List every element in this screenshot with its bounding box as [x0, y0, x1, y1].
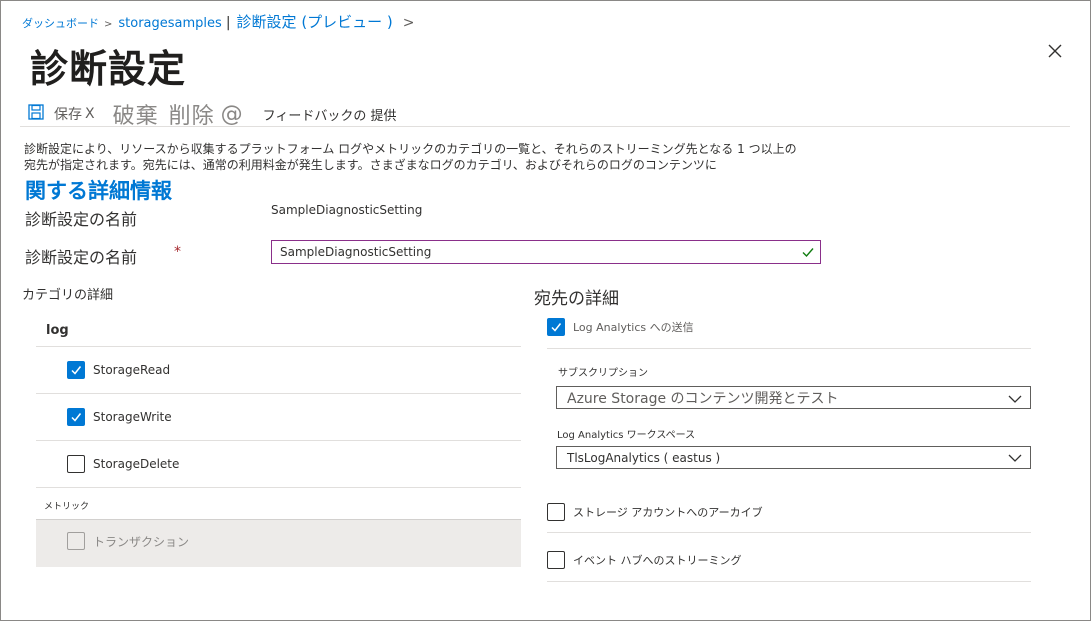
- subscription-dropdown[interactable]: Azure Storage のコンテンツ開発とテスト: [556, 386, 1031, 409]
- workspace-dropdown[interactable]: TlsLogAnalytics ( eastus ): [556, 446, 1031, 469]
- storage-delete-checkbox[interactable]: StorageDelete: [67, 455, 179, 473]
- setting-name-input[interactable]: [271, 240, 821, 264]
- checkbox-label: ストレージ アカウントへのアーカイブ: [573, 506, 763, 519]
- workspace-label: Log Analytics ワークスペース: [557, 430, 696, 441]
- breadcrumb-current[interactable]: 診断設定 (プレビュー ): [237, 11, 393, 32]
- checkbox-checked-icon: [547, 318, 565, 336]
- feedback-button[interactable]: フィードバックの 提供: [263, 105, 397, 124]
- archive-storage-checkbox[interactable]: ストレージ アカウントへのアーカイブ: [547, 503, 763, 521]
- required-marker: *: [174, 244, 181, 260]
- event-hub-checkbox[interactable]: イベント ハブへのストリーミング: [547, 551, 742, 569]
- toolbar-divider: [20, 126, 1070, 127]
- save-button[interactable]: 保存: [28, 104, 82, 124]
- storage-write-checkbox[interactable]: StorageWrite: [67, 408, 172, 426]
- subscription-label: サブスクリプション: [558, 368, 648, 379]
- breadcrumb-resource-link[interactable]: storagesamples: [118, 16, 221, 31]
- save-icon: [28, 104, 54, 124]
- checkbox-disabled-icon: [67, 532, 85, 550]
- chevron-down-icon: [1008, 452, 1022, 466]
- checkbox-label: トランザクション: [93, 534, 190, 549]
- storage-read-checkbox[interactable]: StorageRead: [67, 361, 170, 379]
- breadcrumb-divider: |: [225, 15, 231, 31]
- checkbox-label: Log Analytics への送信: [573, 321, 694, 334]
- checkbox-unchecked-icon: [547, 503, 565, 521]
- log-section-header: log: [46, 323, 69, 338]
- breadcrumb-home-link[interactable]: ダッシュボード: [22, 15, 99, 31]
- close-icon[interactable]: [1044, 40, 1066, 62]
- setting-name-label: 診断設定の名前: [25, 248, 138, 267]
- setting-name-label-readonly: 診断設定の名前: [25, 210, 138, 229]
- divider: [36, 393, 521, 394]
- checkbox-label: StorageWrite: [93, 410, 172, 424]
- checkbox-label: StorageRead: [93, 363, 171, 377]
- divider: [36, 487, 521, 488]
- at-symbol: @: [220, 101, 243, 127]
- learn-more-link[interactable]: 関する詳細情報: [25, 175, 172, 205]
- divider: [547, 581, 1031, 582]
- subscription-value: Azure Storage のコンテンツ開発とテスト: [567, 390, 839, 407]
- log-analytics-checkbox[interactable]: Log Analytics への送信: [547, 318, 694, 336]
- divider: [547, 532, 1031, 533]
- workspace-value: TlsLogAnalytics ( eastus ): [567, 450, 721, 465]
- chevron-down-icon: [1008, 392, 1022, 408]
- divider: [547, 348, 1031, 349]
- checkbox-unchecked-icon: [67, 455, 85, 473]
- category-details-title: カテゴリの詳細: [22, 288, 114, 303]
- breadcrumb-chevron: >: [402, 15, 415, 31]
- breadcrumb-separator: >: [104, 19, 113, 30]
- divider: [36, 440, 521, 441]
- setting-name-value-readonly: SampleDiagnosticSetting: [271, 203, 423, 217]
- destination-details-title: 宛先の詳細: [534, 289, 619, 309]
- valid-check-icon: [801, 244, 815, 263]
- transaction-checkbox: トランザクション: [67, 532, 189, 550]
- checkbox-label: イベント ハブへのストリーミング: [573, 554, 742, 567]
- metric-section-header: メトリック: [44, 502, 90, 512]
- checkbox-label: StorageDelete: [93, 457, 180, 471]
- page-title: 診断設定: [30, 47, 187, 91]
- checkbox-checked-icon: [67, 361, 85, 379]
- description-text: 診断設定により、リソースから収集するプラットフォーム ログやメトリックのカテゴリ…: [24, 142, 797, 172]
- checkbox-checked-icon: [67, 408, 85, 426]
- breadcrumb: ダッシュボード > storagesamples | 診断設定 (プレビュー )…: [22, 11, 415, 32]
- checkbox-unchecked-icon: [547, 551, 565, 569]
- save-x-mark: X: [85, 106, 95, 122]
- divider: [36, 346, 521, 347]
- save-label: 保存: [54, 107, 82, 123]
